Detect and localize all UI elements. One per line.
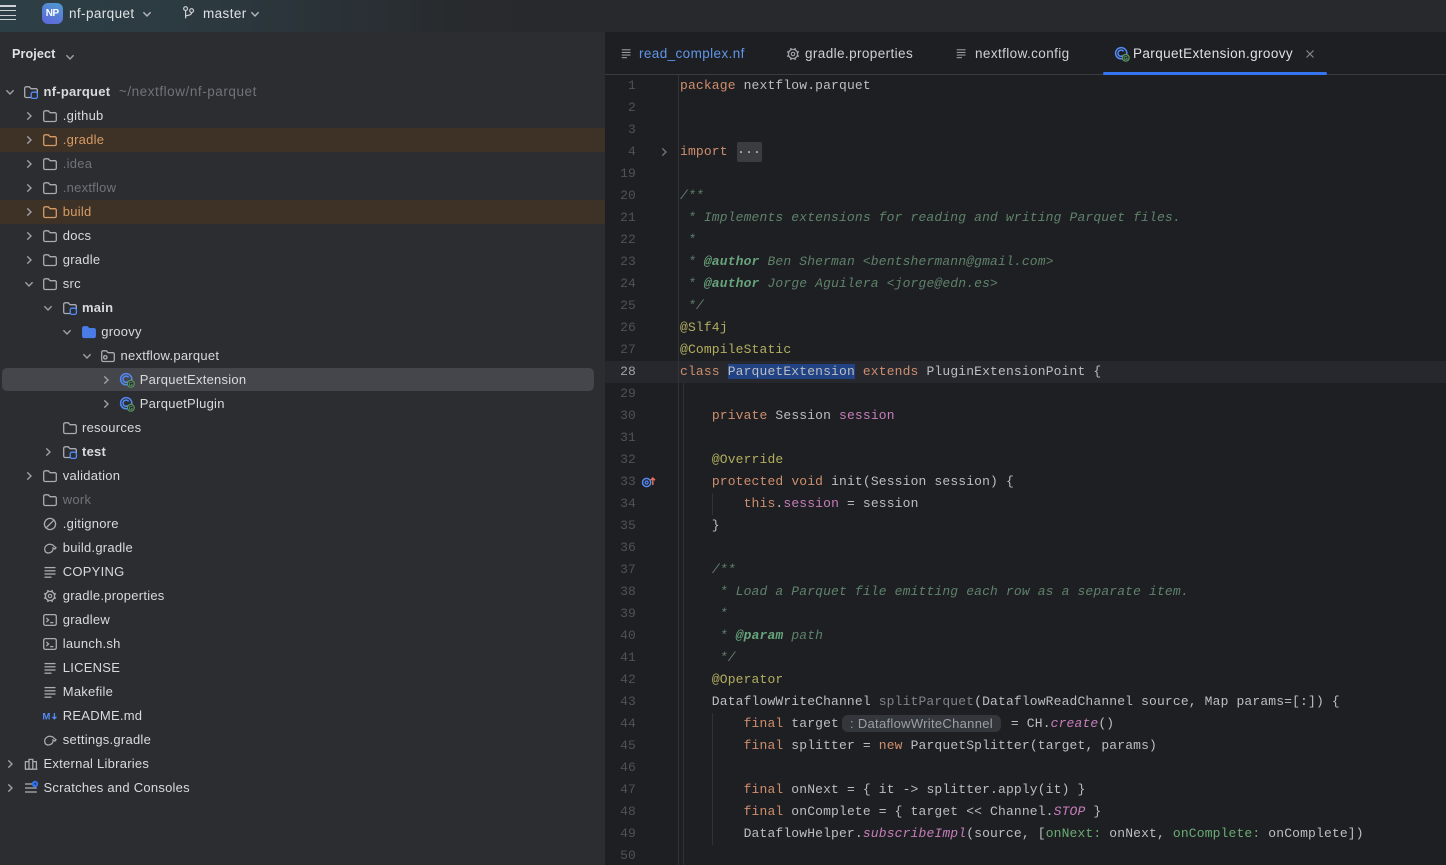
svg-text:M: M [43, 711, 51, 722]
svg-text:G: G [129, 406, 133, 412]
svg-text:G: G [129, 382, 133, 388]
svg-text:G: G [1124, 56, 1128, 62]
